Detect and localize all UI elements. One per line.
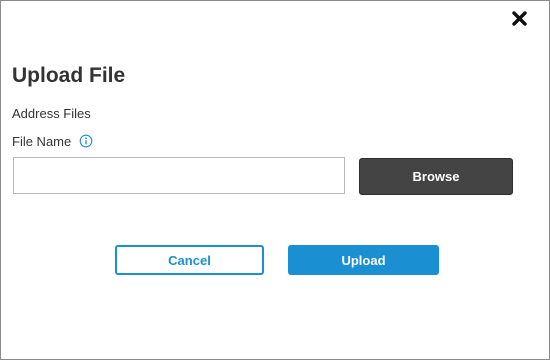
- upload-file-dialog: Upload File Address Files File Name Brow…: [0, 0, 550, 360]
- upload-button[interactable]: Upload: [288, 245, 439, 275]
- file-name-label: File Name: [12, 133, 72, 149]
- file-name-input[interactable]: [13, 157, 345, 194]
- cancel-button[interactable]: Cancel: [115, 245, 264, 275]
- info-icon[interactable]: [79, 134, 93, 148]
- close-button[interactable]: [508, 7, 530, 29]
- close-x-icon: [511, 10, 527, 26]
- browse-button[interactable]: Browse: [359, 158, 513, 195]
- dialog-title: Upload File: [12, 64, 126, 87]
- section-label: Address Files: [12, 106, 91, 121]
- file-name-label-row: File Name: [12, 132, 93, 150]
